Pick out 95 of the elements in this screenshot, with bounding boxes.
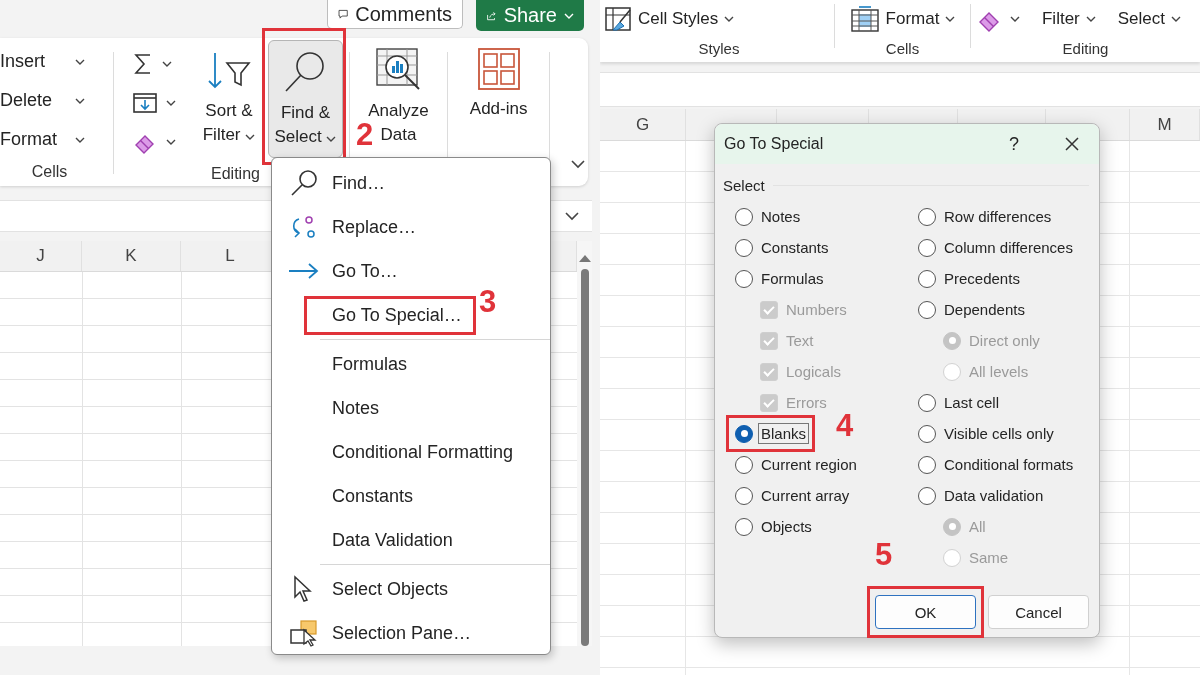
menu-item[interactable]: Selection Pane… bbox=[272, 611, 482, 655]
up-triangle-icon bbox=[577, 253, 592, 263]
menu-item[interactable]: Go To Special… bbox=[272, 293, 472, 337]
menu-item[interactable]: Find… bbox=[272, 161, 395, 205]
column-header: G bbox=[600, 109, 686, 140]
radio-button[interactable] bbox=[735, 455, 753, 474]
chevron-down-icon bbox=[570, 158, 587, 169]
close-icon bbox=[1064, 136, 1080, 152]
caret-icon bbox=[724, 16, 735, 22]
ribbon-command[interactable]: Insert bbox=[0, 42, 99, 81]
radio-button[interactable] bbox=[735, 486, 753, 505]
radio-button[interactable] bbox=[735, 207, 753, 226]
option-label[interactable]: Visible cells only bbox=[941, 423, 1057, 444]
caret-icon bbox=[75, 58, 85, 65]
ribbon-command[interactable]: Cell Styles bbox=[604, 6, 735, 32]
table-format-icon bbox=[849, 5, 880, 33]
group-label: Editing bbox=[211, 164, 260, 184]
option-label[interactable]: Precedents bbox=[941, 268, 1023, 289]
sort-filter-button[interactable]: Sort & Filter bbox=[196, 40, 262, 158]
comments-button[interactable]: Comments bbox=[327, 0, 463, 29]
caret-icon bbox=[162, 60, 172, 67]
radio-button[interactable] bbox=[918, 238, 936, 257]
caret-icon bbox=[1010, 16, 1020, 22]
menu-item[interactable]: Notes bbox=[272, 386, 390, 430]
step-number: 4 bbox=[836, 410, 854, 442]
ribbon-command[interactable]: Delete bbox=[0, 81, 99, 120]
radio-button[interactable] bbox=[735, 424, 753, 443]
fill-down-icon bbox=[132, 90, 158, 115]
radio-button[interactable] bbox=[918, 300, 936, 319]
radio-button[interactable] bbox=[918, 393, 936, 412]
caret-icon bbox=[166, 99, 176, 106]
ribbon-command[interactable]: Select bbox=[1117, 9, 1181, 29]
caret-icon bbox=[326, 136, 337, 142]
caret-icon bbox=[75, 97, 85, 104]
radio-button[interactable] bbox=[735, 269, 753, 288]
selection-pane-icon bbox=[289, 619, 319, 647]
option-label[interactable]: Objects bbox=[758, 516, 815, 537]
magnifier-icon bbox=[289, 169, 319, 197]
radio-button[interactable] bbox=[735, 517, 753, 536]
option-label[interactable]: Notes bbox=[758, 206, 804, 227]
menu-item[interactable]: Conditional Formatting bbox=[272, 430, 524, 474]
radio-button[interactable] bbox=[918, 486, 936, 505]
group-label: Cells bbox=[31, 162, 68, 182]
group-label: Editing bbox=[1062, 39, 1109, 59]
caret-icon bbox=[945, 16, 956, 22]
ribbon-command[interactable]: Format bbox=[849, 5, 956, 33]
menu-item[interactable]: Constants bbox=[272, 474, 424, 518]
ok-button[interactable]: OK bbox=[875, 595, 976, 629]
ribbon-command[interactable]: Format bbox=[0, 120, 99, 159]
group-label: Select bbox=[723, 177, 765, 194]
option-label[interactable]: Data validation bbox=[941, 485, 1047, 506]
option-label[interactable]: Conditional formats bbox=[941, 454, 1077, 475]
chevron-down-icon bbox=[564, 211, 580, 221]
option-label[interactable]: Current array bbox=[758, 485, 853, 506]
menu-item[interactable]: Formulas bbox=[272, 342, 417, 386]
option-label[interactable]: Constants bbox=[758, 237, 832, 258]
dialog-title: Go To Special bbox=[724, 135, 825, 153]
option-label[interactable]: Current region bbox=[758, 454, 860, 475]
radio-button[interactable] bbox=[918, 207, 936, 226]
column-header: K bbox=[82, 241, 181, 271]
option-label[interactable]: Formulas bbox=[758, 268, 827, 289]
find-select-button[interactable]: Find & Select bbox=[268, 40, 343, 158]
scroll-thumb[interactable] bbox=[580, 269, 589, 646]
option-label[interactable]: Blanks bbox=[758, 423, 810, 444]
step-number: 3 bbox=[479, 286, 497, 318]
radio-button[interactable] bbox=[918, 269, 936, 288]
share-button[interactable]: Share bbox=[476, 0, 584, 31]
grid-icon bbox=[476, 47, 521, 91]
cell-styles-icon bbox=[604, 6, 632, 32]
caret-icon bbox=[1085, 16, 1096, 22]
group-label: Cells bbox=[885, 39, 920, 59]
right-arrow-icon bbox=[287, 261, 321, 281]
add-ins-button[interactable]: Add-ins bbox=[454, 38, 544, 186]
caret-icon bbox=[75, 136, 85, 143]
help-button[interactable]: ? bbox=[999, 133, 1029, 155]
ribbon-command[interactable]: Filter bbox=[1042, 9, 1096, 29]
caret-icon bbox=[166, 138, 176, 145]
option-label[interactable]: Dependents bbox=[941, 299, 1028, 320]
radio-button[interactable] bbox=[918, 455, 936, 474]
step-number: 2 bbox=[356, 119, 374, 151]
caret-icon bbox=[245, 134, 256, 140]
option-label[interactable]: Row differences bbox=[941, 206, 1055, 227]
group-label: Styles bbox=[698, 39, 740, 59]
menu-item[interactable]: Select Objects bbox=[272, 567, 459, 611]
caret-icon bbox=[564, 12, 574, 19]
radio-button[interactable] bbox=[735, 238, 753, 257]
option-label[interactable]: Last cell bbox=[941, 392, 1003, 413]
caret-icon bbox=[1171, 16, 1181, 22]
step-number: 5 bbox=[875, 539, 893, 571]
option-label[interactable]: Column differences bbox=[941, 237, 1076, 258]
menu-item[interactable]: Data Validation bbox=[272, 518, 463, 562]
column-header: M bbox=[1130, 109, 1200, 140]
column-header: J bbox=[0, 241, 82, 271]
radio-button[interactable] bbox=[918, 424, 936, 443]
cancel-button[interactable]: Cancel bbox=[988, 595, 1089, 629]
